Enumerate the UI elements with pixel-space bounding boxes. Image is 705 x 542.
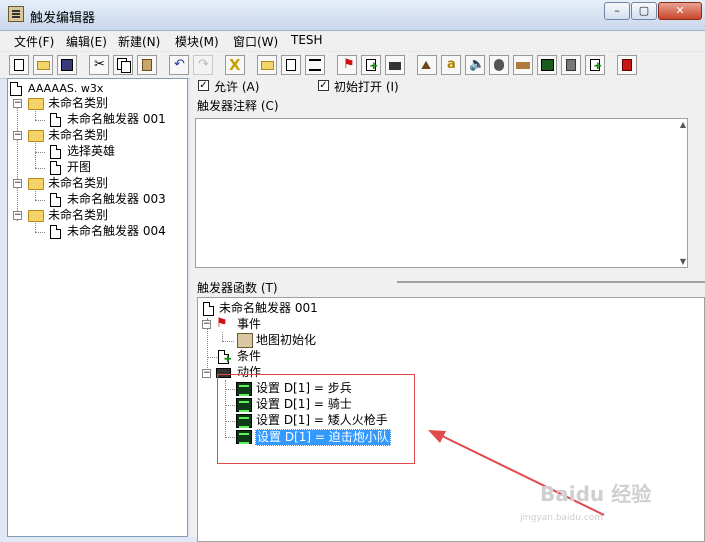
baidu-watermark: Baidu 经验 <box>540 482 652 506</box>
annotation-arrow <box>428 430 605 516</box>
baidu-watermark-url: jingyan.baidu.com <box>520 513 604 523</box>
